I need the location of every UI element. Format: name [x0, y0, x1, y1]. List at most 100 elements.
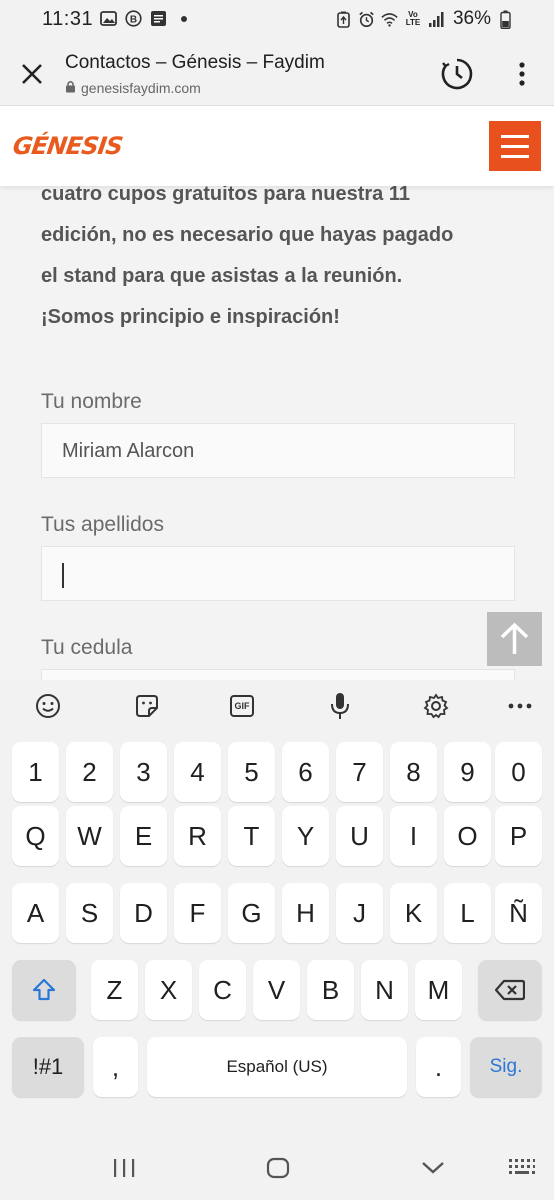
key-u[interactable]: U — [336, 806, 383, 866]
battery-percent: 36% — [452, 8, 491, 29]
recent-apps-icon[interactable] — [112, 1158, 136, 1183]
back-icon[interactable] — [420, 1160, 446, 1181]
recycle-icon — [335, 11, 352, 28]
symbols-key[interactable]: !#1 — [12, 1037, 84, 1097]
keyboard-toolbar: GIF — [0, 680, 554, 732]
status-right-icons: Vo LTE 36% — [335, 8, 514, 30]
nombre-input[interactable]: Miriam Alarcon — [41, 423, 515, 478]
photo-icon — [100, 10, 117, 27]
notification-app-icon — [150, 10, 167, 27]
key-9[interactable]: 9 — [444, 742, 491, 802]
hamburger-menu-button[interactable] — [489, 121, 541, 171]
intro-line: ¡Somos principio e inspiración! — [41, 306, 340, 328]
key-b[interactable]: B — [307, 960, 354, 1020]
key-1[interactable]: 1 — [12, 742, 59, 802]
more-options-icon[interactable] — [510, 60, 534, 88]
key-f[interactable]: F — [174, 883, 221, 943]
emoji-icon[interactable] — [34, 692, 62, 720]
key-c[interactable]: C — [199, 960, 246, 1020]
alarm-icon — [358, 11, 375, 28]
volte-icon: Vo LTE — [404, 11, 422, 28]
key-x[interactable]: X — [145, 960, 192, 1020]
text-caret — [62, 563, 64, 588]
key-k[interactable]: K — [390, 883, 437, 943]
arrow-up-icon — [500, 622, 529, 654]
key-y[interactable]: Y — [282, 806, 329, 866]
nombre-value: Miriam Alarcon — [62, 440, 195, 462]
intro-line: edición, no es necesario que hayas pagad… — [41, 224, 454, 246]
site-header: GÉNESIS — [0, 106, 554, 186]
home-icon[interactable] — [266, 1157, 290, 1184]
navigation-bar — [0, 1130, 554, 1200]
key-g[interactable]: G — [228, 883, 275, 943]
key-e[interactable]: E — [120, 806, 167, 866]
volte-bottom-label: LTE — [405, 18, 421, 27]
period-key[interactable]: . — [416, 1037, 461, 1097]
status-bar: 11:31 B Vo LTE 36% — [0, 0, 554, 40]
key-4[interactable]: 4 — [174, 742, 221, 802]
gif-icon[interactable]: GIF — [228, 692, 256, 720]
on-screen-keyboard: GIF 1 2 3 4 5 6 7 8 9 0 Q W E R T Y U I … — [0, 680, 554, 1130]
page-title: Contactos – Génesis – Faydim — [65, 52, 325, 73]
main-content: cuatro cupos gratuitos para nuestra 11 e… — [0, 186, 554, 680]
key-m[interactable]: M — [415, 960, 462, 1020]
cedula-input[interactable] — [41, 669, 515, 680]
key-o[interactable]: O — [444, 806, 491, 866]
scroll-to-top-button[interactable] — [487, 612, 542, 666]
shift-key[interactable] — [12, 960, 76, 1020]
shift-icon — [32, 978, 56, 1001]
key-t[interactable]: T — [228, 806, 275, 866]
nombre-label: Tu nombre — [41, 390, 142, 413]
key-i[interactable]: I — [390, 806, 437, 866]
comma-key[interactable]: , — [93, 1037, 138, 1097]
key-8[interactable]: 8 — [390, 742, 437, 802]
intro-line: el stand para que asistas a la reunión. — [41, 265, 403, 287]
key-h[interactable]: H — [282, 883, 329, 943]
signal-icon — [428, 11, 445, 28]
close-icon[interactable] — [18, 60, 46, 88]
key-2[interactable]: 2 — [66, 742, 113, 802]
key-v[interactable]: V — [253, 960, 300, 1020]
microphone-icon[interactable] — [326, 692, 354, 720]
key-w[interactable]: W — [66, 806, 113, 866]
key-p[interactable]: P — [495, 806, 542, 866]
key-q[interactable]: Q — [12, 806, 59, 866]
lock-icon — [65, 80, 76, 96]
key-l[interactable]: L — [444, 883, 491, 943]
intro-line: cuatro cupos gratuitos para nuestra 11 — [41, 186, 410, 205]
url-text: genesisfaydim.com — [81, 80, 201, 96]
key-a[interactable]: A — [12, 883, 59, 943]
apellidos-input[interactable] — [41, 546, 515, 601]
key-6[interactable]: 6 — [282, 742, 329, 802]
dot-icon — [175, 10, 192, 27]
key-j[interactable]: J — [336, 883, 383, 943]
key-7[interactable]: 7 — [336, 742, 383, 802]
settings-icon[interactable] — [422, 692, 450, 720]
key-s[interactable]: S — [66, 883, 113, 943]
key-enye[interactable]: Ñ — [495, 883, 542, 943]
more-icon[interactable] — [506, 692, 534, 720]
key-r[interactable]: R — [174, 806, 221, 866]
page-url: genesisfaydim.com — [65, 80, 201, 96]
space-key[interactable]: Español (US) — [147, 1037, 407, 1097]
site-logo[interactable]: GÉNESIS — [11, 132, 124, 160]
key-0[interactable]: 0 — [495, 742, 542, 802]
gif-label: GIF — [230, 695, 254, 717]
intro-text: cuatro cupos gratuitos para nuestra 11 e… — [41, 186, 521, 338]
status-left-icons: B — [100, 10, 192, 27]
key-d[interactable]: D — [120, 883, 167, 943]
status-time: 11:31 — [42, 8, 94, 30]
backspace-key[interactable] — [478, 960, 542, 1020]
key-5[interactable]: 5 — [228, 742, 275, 802]
backspace-icon — [495, 979, 525, 1001]
battery-icon — [497, 10, 514, 29]
key-n[interactable]: N — [361, 960, 408, 1020]
key-z[interactable]: Z — [91, 960, 138, 1020]
key-3[interactable]: 3 — [120, 742, 167, 802]
keyboard-hide-icon[interactable] — [508, 1158, 536, 1183]
timer-icon[interactable] — [440, 57, 474, 91]
next-key[interactable]: Sig. — [470, 1037, 542, 1097]
b-app-icon: B — [125, 10, 142, 27]
sticker-icon[interactable] — [133, 692, 161, 720]
cedula-label: Tu cedula — [41, 636, 133, 659]
